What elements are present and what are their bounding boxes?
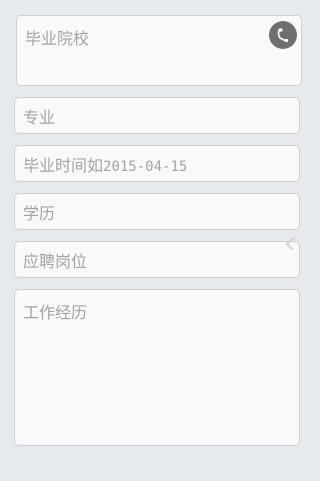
graduation-example: 2015-04-15 (103, 158, 188, 175)
education-placeholder: 学历 (23, 203, 56, 223)
work-experience-field[interactable]: 工作经历 (14, 289, 300, 446)
position-field[interactable]: 应聘岗位 (14, 237, 300, 278)
education-field[interactable]: 学历 (14, 193, 300, 230)
work-experience-placeholder: 工作经历 (23, 303, 88, 322)
position-placeholder: 应聘岗位 (23, 251, 88, 271)
school-field[interactable]: 毕业院校 (16, 15, 302, 86)
graduation-prefix: 毕业时间如 (23, 155, 104, 175)
graduation-date-placeholder: 毕业时间如2015-04-15 (23, 152, 187, 176)
chevron-icon[interactable] (283, 236, 297, 250)
major-field[interactable]: 专业 (14, 97, 300, 134)
microphone-icon[interactable] (269, 21, 297, 49)
graduation-date-field[interactable]: 毕业时间如2015-04-15 (14, 145, 300, 182)
major-placeholder: 专业 (23, 107, 56, 127)
school-placeholder: 毕业院校 (25, 29, 90, 48)
